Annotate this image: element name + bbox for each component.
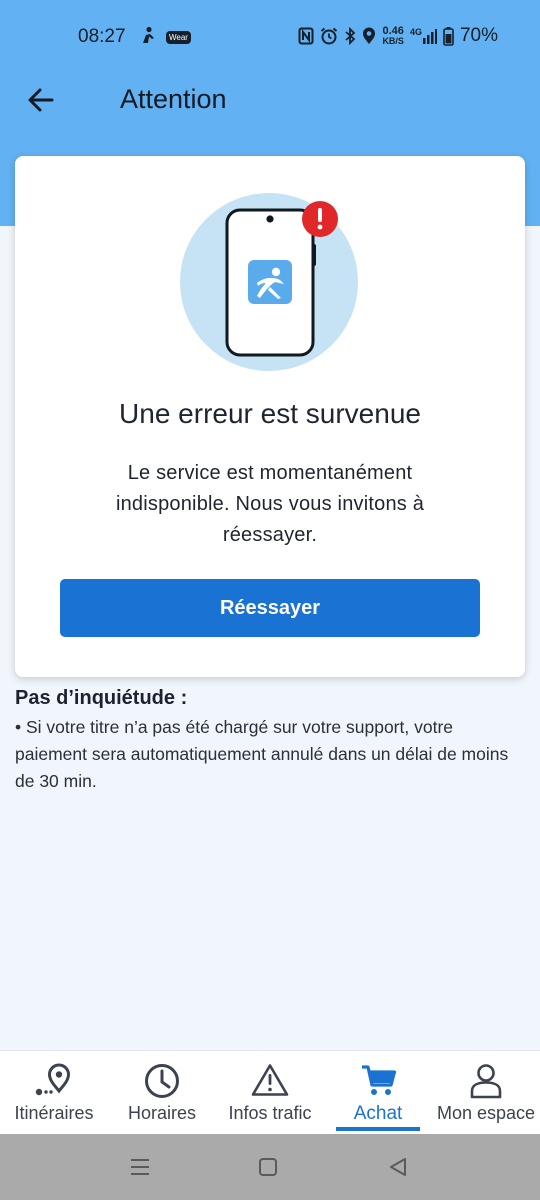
- nav-item-infos-trafic[interactable]: Infos trafic: [216, 1051, 324, 1135]
- error-title: Une erreur est survenue: [119, 398, 421, 429]
- app-bar: Attention: [0, 72, 540, 128]
- location-icon: [362, 27, 376, 45]
- clock-icon: [145, 1064, 179, 1098]
- route-pin-icon: [35, 1063, 71, 1096]
- page-title: Attention: [120, 84, 227, 114]
- alarm-icon: [320, 27, 338, 45]
- info-title: Pas d’inquiétude :: [15, 687, 188, 709]
- activity-icon: [140, 26, 156, 49]
- system-nav-bar: [0, 1134, 540, 1200]
- battery-level: 70%: [459, 25, 498, 46]
- nav-item-itineraires[interactable]: Itinéraires: [0, 1051, 108, 1135]
- nav-item-horaires[interactable]: Horaires: [108, 1051, 216, 1135]
- retry-button[interactable]: Réessayer: [60, 579, 480, 637]
- active-tab-indicator: [336, 1127, 420, 1131]
- nav-item-achat[interactable]: Achat: [324, 1051, 432, 1135]
- warning-icon: [251, 1064, 289, 1096]
- wear-icon: Wear: [166, 31, 191, 44]
- bottom-nav: Itinéraires Horaires Infos trafic Achat …: [0, 1050, 540, 1134]
- back-system-button[interactable]: [387, 1156, 409, 1183]
- info-text: • Si votre titre n’a pas été chargé sur …: [15, 717, 509, 791]
- menu-button[interactable]: [129, 1156, 151, 1183]
- signal-icon: 4G: [410, 28, 437, 44]
- arrow-left-icon: [28, 88, 54, 112]
- error-message: Le service est momentanément indisponibl…: [115, 462, 425, 546]
- cart-icon: [362, 1065, 397, 1095]
- back-triangle-icon: [390, 1158, 406, 1176]
- back-button[interactable]: [24, 82, 60, 118]
- nav-item-mon-espace[interactable]: Mon espace: [432, 1051, 540, 1135]
- user-icon: [470, 1064, 502, 1099]
- network-speed: 0.46 KB/S: [382, 25, 404, 46]
- nfc-icon: [298, 27, 314, 45]
- menu-icon: [131, 1159, 149, 1175]
- error-card: Une erreur est survenue Le service est m…: [15, 156, 525, 677]
- home-square-icon: [259, 1158, 277, 1176]
- status-bar: 08:27 Wear 0.46 KB/S 4G 70%: [0, 0, 540, 72]
- home-button[interactable]: [258, 1156, 278, 1183]
- status-time: 08:27: [78, 26, 126, 47]
- bluetooth-icon: [344, 27, 356, 45]
- phone-error-illustration: [180, 192, 360, 372]
- battery-icon: [443, 26, 454, 46]
